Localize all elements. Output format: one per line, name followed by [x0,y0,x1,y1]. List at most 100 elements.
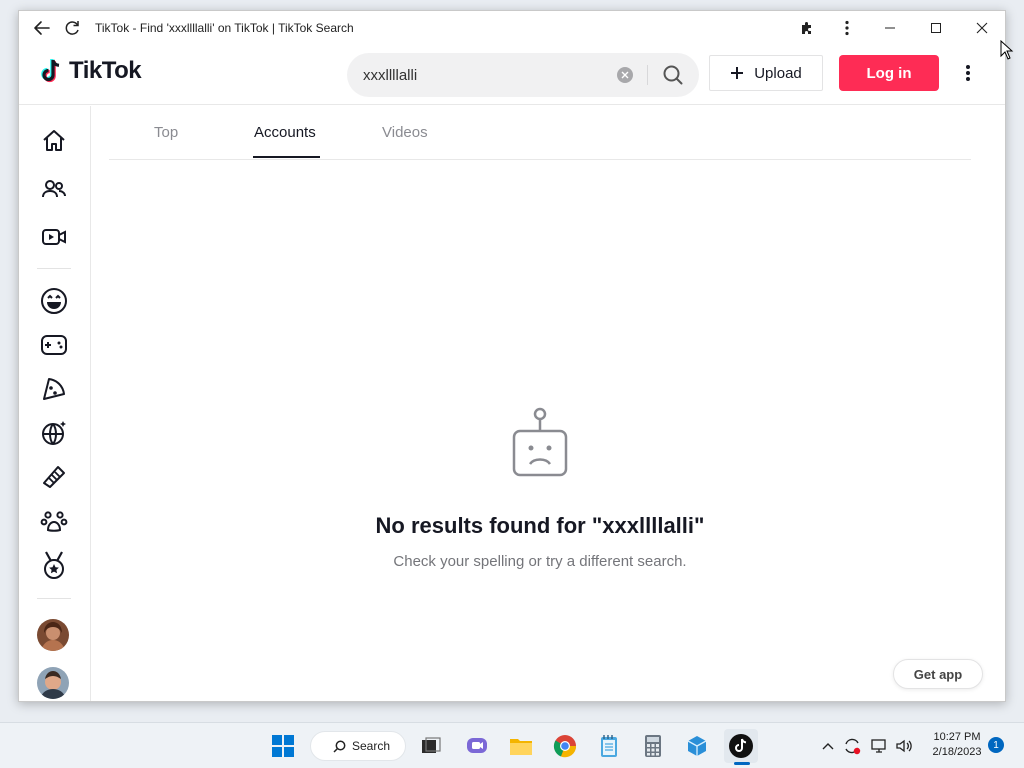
chrome-icon [553,735,577,758]
task-view-icon [422,737,441,753]
logo-text: TikTok [69,57,142,84]
file-explorer-button[interactable] [504,729,538,763]
app-window: TikTok - Find 'xxxllllalli' on TikTok | … [18,10,1006,702]
windows-logo-icon [272,735,294,757]
clock-date: 2/18/2023 [932,746,982,758]
search-input[interactable] [363,66,613,84]
vertical-dots-icon [966,65,970,81]
sidebar-item-gaming[interactable] [37,328,71,362]
live-icon [42,229,66,245]
suggested-avatar-1[interactable] [37,619,69,651]
minimize-icon [885,27,895,29]
back-arrow-icon [34,21,50,35]
sports-icon [44,551,64,579]
sidebar [19,106,91,701]
search-divider [647,65,648,85]
clock[interactable]: 10:27 PM 2/18/2023 [928,730,986,760]
beauty-icon [43,466,65,488]
sidebar-item-animals[interactable] [37,504,71,538]
active-app-indicator [734,762,750,765]
sidebar-item-beauty[interactable] [37,460,71,494]
window-controls [787,11,1005,45]
plus-icon [731,67,744,79]
close-button[interactable] [959,11,1005,45]
sad-robot-icon [512,407,568,477]
notepad-icon [601,735,617,757]
sync-status-button[interactable] [840,729,864,763]
sync-icon [845,738,861,755]
food-icon [43,378,65,400]
sidebar-item-comedy[interactable] [37,284,71,318]
get-app-button[interactable]: Get app [893,659,983,689]
minimize-button[interactable] [867,11,913,45]
no-results-title: No results found for "xxxllllalli" [375,513,705,538]
reload-icon [65,21,79,35]
login-button[interactable]: Log in [839,55,939,91]
clock-time: 10:27 PM [933,731,981,743]
active-tab-indicator [253,156,320,158]
taskbar: Search 10:27 PM 2/18/2023 1 [0,722,1024,768]
chrome-button[interactable] [548,729,582,763]
mouse-cursor-icon [1000,40,1014,60]
gaming-icon [41,335,67,355]
dance-icon [42,421,66,445]
upload-button[interactable]: Upload [709,55,823,91]
window-title: TikTok - Find 'xxxllllalli' on TikTok | … [95,21,354,35]
tiktok-icon [729,734,753,758]
cube-app-icon [687,736,707,756]
home-icon [43,130,65,151]
sidebar-item-following[interactable] [37,172,71,206]
taskbar-search[interactable]: Search [310,731,406,761]
tab-top[interactable]: Top [154,124,178,141]
app-button[interactable] [680,729,714,763]
browser-menu-button[interactable] [827,11,867,45]
sidebar-item-food[interactable] [37,372,71,406]
suggested-avatar-2[interactable] [37,667,69,699]
more-options-button[interactable] [957,57,979,89]
teams-chat-button[interactable] [460,729,494,763]
sidebar-item-live[interactable] [37,220,71,254]
tab-videos[interactable]: Videos [382,124,428,141]
start-button[interactable] [266,729,300,763]
no-results-subtitle: Check your spelling or try a different s… [393,553,687,570]
notification-badge[interactable]: 1 [988,737,1004,753]
sidebar-divider [37,598,71,599]
sidebar-item-sports[interactable] [37,548,71,582]
task-view-button[interactable] [414,729,448,763]
tab-accounts[interactable]: Accounts [254,124,316,141]
clear-icon [621,71,629,79]
notepad-button[interactable] [592,729,626,763]
empty-state: No results found for "xxxllllalli" Check… [109,406,971,570]
back-button[interactable] [27,13,57,43]
clear-search-button[interactable] [617,67,633,83]
sidebar-item-dance[interactable] [37,416,71,450]
comedy-icon [41,288,67,314]
close-icon [976,22,988,34]
reload-button[interactable] [57,13,87,43]
calculator-button[interactable] [636,729,670,763]
search-icon [333,740,346,753]
tiktok-note-icon [41,59,60,83]
upload-label: Upload [754,64,802,82]
volume-button[interactable] [892,729,916,763]
network-button[interactable] [868,729,892,763]
search-bar [347,53,699,97]
avatar-image [37,619,69,651]
tiktok-logo[interactable]: TikTok [39,57,142,85]
show-hidden-icons-button[interactable] [818,729,838,763]
vertical-dots-icon [845,20,849,36]
sidebar-item-home[interactable] [37,124,71,158]
chevron-up-icon [822,743,834,750]
extensions-button[interactable] [787,11,827,45]
site-header: TikTok Upload Log in [19,45,1005,105]
following-icon [42,180,66,198]
network-icon [871,739,886,753]
search-submit-button[interactable] [653,57,693,93]
tiktok-taskbar-button[interactable] [724,729,758,763]
title-bar: TikTok - Find 'xxxllllalli' on TikTok | … [19,11,1005,45]
maximize-button[interactable] [913,11,959,45]
folder-icon [510,739,532,755]
search-tabs: Top Accounts Videos [109,106,971,160]
maximize-icon [931,23,941,33]
avatar-image [37,667,69,699]
